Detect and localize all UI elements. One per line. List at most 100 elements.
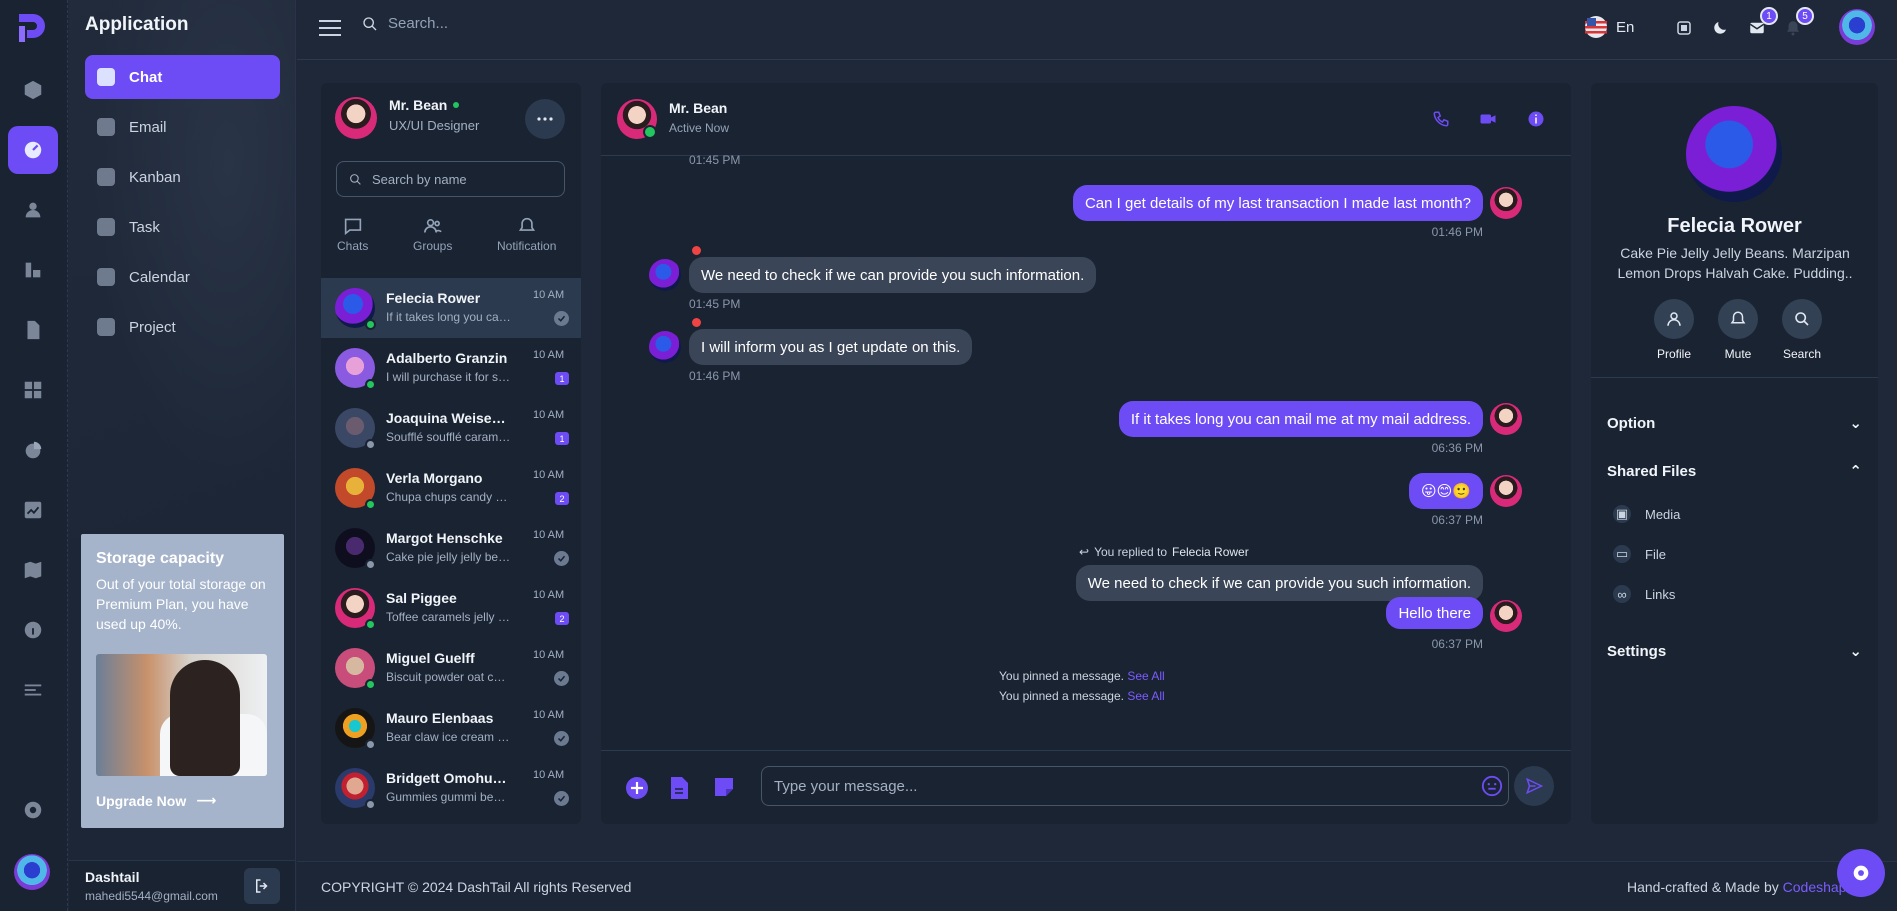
sidebar: Application Chat Email Kanban Task Calen… — [69, 0, 296, 911]
contact-item[interactable]: Joaquina Weisenborn Soufflé soufflé caram… — [321, 398, 581, 458]
footer: COPYRIGHT © 2024 DashTail All rights Res… — [297, 861, 1897, 911]
user-avatar[interactable] — [1839, 9, 1875, 45]
attach-file-button[interactable] — [669, 776, 689, 805]
gear-icon — [1853, 865, 1869, 881]
pinned-notice: You pinned a message. See All — [999, 689, 1165, 703]
status-indicator — [365, 619, 376, 630]
rail-list-icon[interactable] — [8, 666, 58, 714]
contact-item[interactable]: Adalberto Granzin I will purchase it for … — [321, 338, 581, 398]
status-indicator — [365, 559, 376, 570]
upgrade-now-link[interactable]: Upgrade Now ⟶ — [96, 792, 216, 809]
profile-action-button[interactable]: Profile — [1647, 299, 1701, 361]
chat-window: Mr. Bean Active Now 01:45 PM Can I get d… — [601, 83, 1571, 824]
sidebar-item-task[interactable]: Task — [85, 205, 280, 249]
shared-files-section-toggle[interactable]: Shared Files ⌃ — [1607, 462, 1862, 481]
contact-name: Bridgett Omohundro — [386, 770, 511, 786]
sidebar-item-calendar[interactable]: Calendar — [85, 255, 280, 299]
contact-item[interactable]: Miguel Guelff Biscuit powder oat cake. 10 … — [321, 638, 581, 698]
video-call-button[interactable] — [1477, 108, 1499, 130]
contact-item[interactable]: Margot Henschke Cake pie jelly jelly bean… — [321, 518, 581, 578]
tab-groups[interactable]: Groups — [413, 217, 452, 253]
avatar — [1490, 475, 1522, 507]
message-time: 01:45 PM — [689, 297, 741, 311]
online-indicator — [643, 125, 657, 139]
contact-time: 10 AM — [533, 709, 565, 721]
sidebar-item-chat[interactable]: Chat — [85, 55, 280, 99]
contact-last-message: I will purchase it for sure. — [386, 370, 511, 384]
theme-toggle-button[interactable] — [1706, 14, 1734, 42]
notification-button[interactable]: 5 — [1779, 7, 1814, 42]
rail-analytics-icon[interactable] — [8, 486, 58, 534]
emoji-icon[interactable] — [1481, 775, 1503, 797]
voice-call-button[interactable] — [1430, 108, 1452, 130]
rail-info-icon[interactable] — [8, 606, 58, 654]
top-search[interactable]: Search... — [362, 15, 448, 32]
link-icon: ∞ — [1613, 585, 1631, 603]
message-time: 06:37 PM — [1431, 513, 1483, 527]
image-icon: ▣ — [1613, 505, 1631, 523]
contact-item[interactable]: Felecia Rower If it takes long you can ma… — [321, 278, 581, 338]
avatar[interactable] — [335, 97, 377, 139]
add-attachment-button[interactable] — [625, 776, 649, 805]
rail-dashboard-icon[interactable] — [8, 126, 58, 174]
message-input[interactable]: Type your message... — [761, 766, 1509, 806]
rail-map-icon[interactable] — [8, 546, 58, 594]
info-icon — [1528, 111, 1544, 127]
rail-cube-icon[interactable] — [8, 66, 58, 114]
rail-widgets-icon[interactable] — [8, 366, 58, 414]
mail-badge: 1 — [1760, 7, 1778, 25]
contact-time: 10 AM — [533, 529, 565, 541]
menu-toggle-button[interactable] — [319, 18, 341, 43]
read-check-icon — [554, 311, 569, 326]
reply-name: Felecia Rower — [1172, 545, 1249, 559]
contact-item[interactable]: Bridgett Omohundro Gummies gummi bears. 10… — [321, 758, 581, 818]
see-all-link[interactable]: See All — [1127, 689, 1164, 703]
contact-last-message: Bear claw ice cream lollipop. — [386, 730, 511, 744]
copyright-text: COPYRIGHT © 2024 DashTail All rights Res… — [321, 879, 632, 895]
contact-item[interactable]: Mauro Elenbaas Bear claw ice cream lollip… — [321, 698, 581, 758]
contact-search-input[interactable]: Search by name — [336, 161, 565, 197]
rail-user-avatar[interactable] — [14, 854, 50, 890]
mute-action-button[interactable]: Mute — [1711, 299, 1765, 361]
shared-links-item[interactable]: ∞ Links — [1613, 585, 1675, 603]
rail-document-icon[interactable] — [8, 306, 58, 354]
logout-button[interactable] — [244, 868, 280, 904]
rail-chart-icon[interactable] — [8, 246, 58, 294]
rail-pie-icon[interactable] — [8, 426, 58, 474]
shared-file-item[interactable]: ▭ File — [1613, 545, 1666, 563]
message-time: 06:37 PM — [1431, 637, 1483, 651]
sidebar-item-kanban[interactable]: Kanban — [85, 155, 280, 199]
rail-users-icon[interactable] — [8, 186, 58, 234]
chat-info-button[interactable] — [1525, 108, 1547, 130]
message-time: 01:46 PM — [689, 369, 741, 383]
contact-name: Felecia Rower — [386, 290, 481, 306]
contact-item[interactable]: Sal Piggee Toffee caramels jelly beans. 10… — [321, 578, 581, 638]
app-logo[interactable] — [15, 10, 51, 46]
sidebar-item-project[interactable]: Project — [85, 305, 280, 349]
status-indicator — [365, 679, 376, 690]
status-indicator — [365, 319, 376, 330]
storage-card: Storage capacity Out of your total stora… — [81, 534, 284, 828]
sidebar-item-email[interactable]: Email — [85, 105, 280, 149]
option-section-toggle[interactable]: Option ⌄ — [1607, 414, 1862, 433]
shared-media-item[interactable]: ▣ Media — [1613, 505, 1680, 523]
tab-chats[interactable]: Chats — [337, 217, 368, 253]
settings-section-toggle[interactable]: Settings ⌄ — [1607, 642, 1862, 661]
see-all-link[interactable]: See All — [1127, 669, 1164, 683]
search-action-button[interactable]: Search — [1775, 299, 1829, 361]
sidebar-user: Dashtail mahedi5544@gmail.com — [69, 860, 295, 911]
mail-button[interactable]: 1 — [1743, 7, 1778, 42]
language-selector[interactable]: En — [1584, 15, 1634, 39]
profile-name: Felecia Rower — [1667, 215, 1802, 237]
sticker-button[interactable] — [713, 776, 735, 803]
tab-notification[interactable]: Notification — [497, 217, 556, 253]
user-name: Dashtail — [85, 869, 140, 885]
fullscreen-button[interactable] — [1670, 14, 1698, 42]
customizer-button[interactable] — [1837, 849, 1885, 897]
sidebar-item-label: Chat — [129, 68, 163, 86]
more-options-button[interactable] — [525, 99, 565, 139]
profile-bio: Cake Pie Jelly Jelly Beans. Marzipan Lem… — [1617, 245, 1853, 281]
rail-settings-icon[interactable] — [8, 786, 58, 834]
send-button[interactable] — [1514, 766, 1554, 806]
contact-item[interactable]: Verla Morgano Chupa chups candy canes cho… — [321, 458, 581, 518]
